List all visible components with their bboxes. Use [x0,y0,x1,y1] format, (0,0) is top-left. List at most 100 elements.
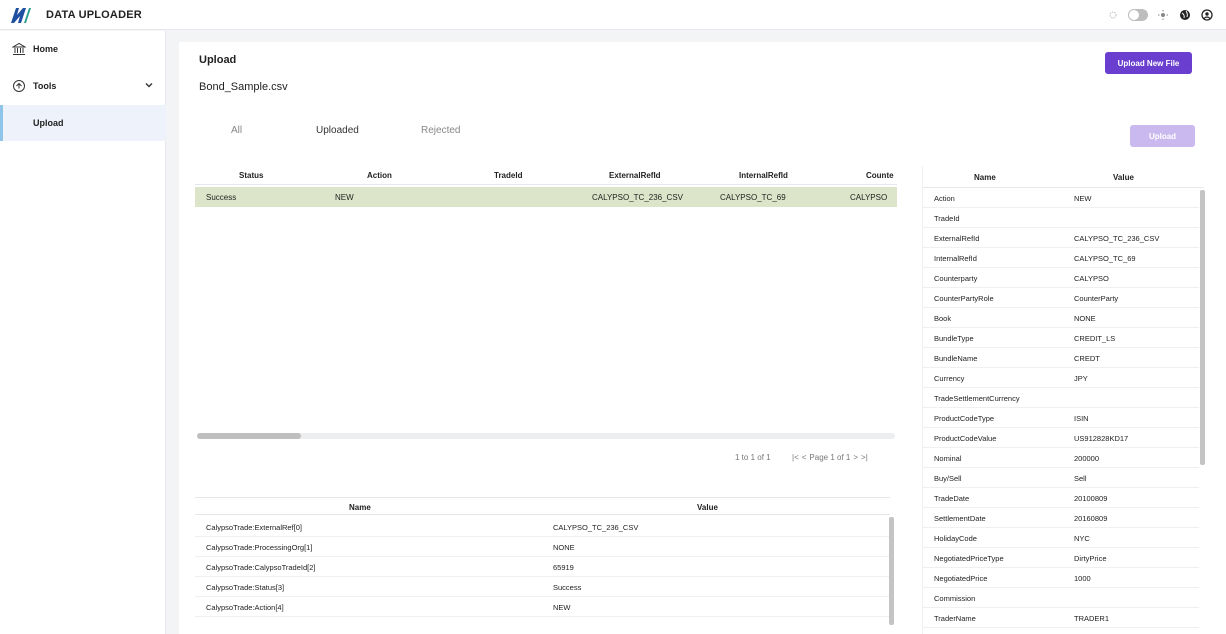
row-name: BundleName [934,354,978,363]
table-row[interactable]: CalypsoTrade:ExternalRef[0] CALYPSO_TC_2… [195,517,890,537]
theme-toggle[interactable] [1128,9,1148,21]
table-row[interactable]: CalypsoTrade:Status[3] Success [195,577,890,597]
table-row[interactable]: NegotiatedPrice 1000 [923,568,1199,588]
column-header-internalrefid[interactable]: InternalRefId [739,171,788,180]
vertical-scrollbar[interactable] [889,517,894,625]
table-row[interactable]: BundleType CREDIT_LS [923,328,1199,348]
row-name: NegotiatedPriceType [934,554,1004,563]
row-name: CalypsoTrade:CalypsoTradeId[2] [206,563,316,572]
upload-button[interactable]: Upload [1130,125,1195,147]
cell-action: NEW [335,193,354,202]
table-row[interactable]: TradeId [923,208,1199,228]
row-value: NONE [553,543,575,552]
table-row[interactable]: ProductCodeType ISIN [923,408,1199,428]
vertical-scrollbar[interactable] [1200,190,1205,465]
row-name: ProductCodeType [934,414,995,423]
top-bar: DATA UPLOADER [0,0,1226,30]
table-row[interactable]: CalypsoTrade:Action[4] NEW [195,597,890,617]
last-page-icon[interactable]: >| [861,453,868,462]
row-value: TRADER1 [1074,614,1110,623]
detail-table: Name Value CalypsoTrade:ExternalRef[0] C… [195,497,890,634]
row-name: TradeDate [934,494,970,503]
table-row[interactable]: TradeDate 20100809 [923,488,1199,508]
row-value: CALYPSO [1074,274,1109,283]
row-value: NEW [553,603,571,612]
row-value: NYC [1074,534,1090,543]
table-row[interactable]: NegotiatedPriceType DirtyPrice [923,548,1199,568]
table-row[interactable]: ProductCodeValue US912828KD17 [923,428,1199,448]
column-header-tradeid[interactable]: TradeId [494,171,522,180]
row-name: CalypsoTrade:ProcessingOrg[1] [206,543,313,552]
upload-new-file-button[interactable]: Upload New File [1105,52,1192,74]
sidebar-item-tools[interactable]: Tools [0,68,166,104]
sun-icon [1156,8,1170,22]
sidebar: Home Tools Upload [0,31,166,634]
row-name: HolidayCode [934,534,977,543]
row-name: CalypsoTrade:Action[4] [206,603,284,612]
table-row[interactable]: InternalRefId CALYPSO_TC_69 [923,248,1199,268]
sidebar-item-label: Home [33,44,59,54]
row-value: CREDT [1074,354,1100,363]
next-page-icon[interactable]: > [853,453,858,462]
sidebar-item-label: Tools [33,81,57,91]
tab-all[interactable]: All [231,125,242,136]
row-name: CalypsoTrade:Status[3] [206,583,285,592]
column-header-status[interactable]: Status [239,171,263,180]
detail-table-header: Name Value [195,497,890,515]
prev-page-icon[interactable]: < [802,453,807,462]
table-row[interactable]: ExternalRefId CALYPSO_TC_236_CSV [923,228,1199,248]
sidebar-item-label: Upload [33,118,64,128]
scrollbar-thumb[interactable] [197,433,301,439]
table-row[interactable]: HolidayCode NYC [923,528,1199,548]
table-row[interactable]: Nominal 200000 [923,448,1199,468]
first-page-icon[interactable]: |< [792,453,799,462]
row-value: CALYPSO_TC_236_CSV [553,523,639,532]
table-row[interactable]: TraderName TRADER1 [923,608,1199,628]
row-name: BundleType [934,334,974,343]
row-value: ISIN [1074,414,1089,423]
row-name: Commission [934,594,976,603]
column-header-externalrefid[interactable]: ExternalRefId [609,171,661,180]
sidebar-item-home[interactable]: Home [0,31,166,67]
column-header-name: Name [974,173,996,182]
pagination-count: 1 to 1 of 1 [735,453,771,462]
row-name: Nominal [934,454,962,463]
row-name: Counterparty [934,274,978,283]
row-name: TradeId [934,214,960,223]
table-row[interactable]: TradeSettlementCurrency [923,388,1199,408]
properties-table: Name Value Action NEW TradeId ExternalRef… [922,166,1204,634]
table-row[interactable]: Success NEW CALYPSO_TC_236_CSV CALYPSO_T… [195,187,897,207]
table-row[interactable]: CalypsoTrade:ProcessingOrg[1] NONE [195,537,890,557]
table-row[interactable]: CalypsoTrade:CalypsoTradeId[2] 65919 [195,557,890,577]
table-row[interactable]: Counterparty CALYPSO [923,268,1199,288]
row-value: DirtyPrice [1074,554,1107,563]
table-row[interactable]: Book NONE [923,308,1199,328]
row-value: CounterParty [1074,294,1119,303]
table-row[interactable]: Currency JPY [923,368,1199,388]
pagination-controls: |< < Page 1 of 1 > >| [792,453,868,462]
sidebar-item-upload[interactable]: Upload [0,105,166,141]
column-header-name: Name [349,503,371,512]
table-row[interactable]: Action NEW [923,188,1199,208]
tab-uploaded[interactable]: Uploaded [316,125,359,136]
column-header-action[interactable]: Action [367,171,392,180]
row-name: NegotiatedPrice [934,574,988,583]
cell-internalrefid: CALYPSO_TC_69 [720,193,786,202]
table-row[interactable]: SettlementDate 20160809 [923,508,1199,528]
table-row[interactable]: CounterPartyRole CounterParty [923,288,1199,308]
globe-icon[interactable] [1178,8,1192,22]
row-value: JPY [1074,374,1088,383]
table-row[interactable]: Buy/Sell Sell [923,468,1199,488]
row-name: Currency [934,374,965,383]
cell-counterparty: CALYPSO [850,193,888,202]
tab-rejected[interactable]: Rejected [421,125,460,136]
page-title: Upload [199,54,237,66]
app-logo [11,8,31,23]
column-header-counterparty[interactable]: Counte [866,171,894,180]
user-account-icon[interactable] [1200,8,1214,22]
table-row[interactable]: BundleName CREDT [923,348,1199,368]
row-value: Sell [1074,474,1087,483]
file-name: Bond_Sample.csv [199,81,288,93]
horizontal-scrollbar[interactable] [197,433,895,439]
table-row[interactable]: Commission [923,588,1199,608]
